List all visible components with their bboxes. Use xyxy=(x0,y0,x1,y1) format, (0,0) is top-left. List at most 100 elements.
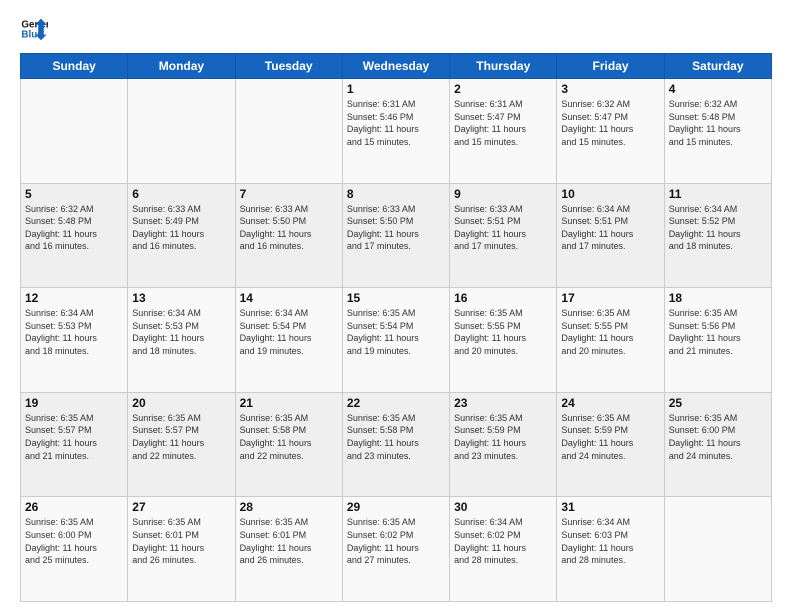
calendar-cell: 2 Sunrise: 6:31 AM Sunset: 5:47 PM Daylig… xyxy=(450,79,557,184)
day-info: Sunrise: 6:35 AM Sunset: 5:59 PM Dayligh… xyxy=(561,412,659,462)
day-number: 10 xyxy=(561,187,659,201)
week-row-1: 1 Sunrise: 6:31 AM Sunset: 5:46 PM Daylig… xyxy=(21,79,772,184)
calendar-cell: 20 Sunrise: 6:35 AM Sunset: 5:57 PM Dayli… xyxy=(128,392,235,497)
calendar-cell: 9 Sunrise: 6:33 AM Sunset: 5:51 PM Daylig… xyxy=(450,183,557,288)
calendar-cell: 24 Sunrise: 6:35 AM Sunset: 5:59 PM Dayli… xyxy=(557,392,664,497)
week-row-2: 5 Sunrise: 6:32 AM Sunset: 5:48 PM Daylig… xyxy=(21,183,772,288)
day-info: Sunrise: 6:34 AM Sunset: 5:52 PM Dayligh… xyxy=(669,203,767,253)
day-number: 28 xyxy=(240,500,338,514)
day-info: Sunrise: 6:33 AM Sunset: 5:51 PM Dayligh… xyxy=(454,203,552,253)
calendar-cell: 31 Sunrise: 6:34 AM Sunset: 6:03 PM Dayli… xyxy=(557,497,664,602)
calendar-cell: 17 Sunrise: 6:35 AM Sunset: 5:55 PM Dayli… xyxy=(557,288,664,393)
day-info: Sunrise: 6:32 AM Sunset: 5:48 PM Dayligh… xyxy=(669,98,767,148)
calendar-cell: 14 Sunrise: 6:34 AM Sunset: 5:54 PM Dayli… xyxy=(235,288,342,393)
day-number: 31 xyxy=(561,500,659,514)
day-info: Sunrise: 6:35 AM Sunset: 5:58 PM Dayligh… xyxy=(240,412,338,462)
calendar-cell xyxy=(21,79,128,184)
day-number: 4 xyxy=(669,82,767,96)
day-number: 5 xyxy=(25,187,123,201)
day-number: 16 xyxy=(454,291,552,305)
day-number: 9 xyxy=(454,187,552,201)
day-info: Sunrise: 6:34 AM Sunset: 6:03 PM Dayligh… xyxy=(561,516,659,566)
day-info: Sunrise: 6:35 AM Sunset: 5:57 PM Dayligh… xyxy=(132,412,230,462)
calendar-cell: 12Sunrise: 6:34 AM Sunset: 5:53 PM Dayli… xyxy=(21,288,128,393)
day-number: 20 xyxy=(132,396,230,410)
calendar-cell xyxy=(235,79,342,184)
day-number: 2 xyxy=(454,82,552,96)
calendar-cell: 4 Sunrise: 6:32 AM Sunset: 5:48 PM Daylig… xyxy=(664,79,771,184)
day-info: Sunrise: 6:35 AM Sunset: 6:01 PM Dayligh… xyxy=(240,516,338,566)
calendar-cell: 28 Sunrise: 6:35 AM Sunset: 6:01 PM Dayli… xyxy=(235,497,342,602)
day-info: Sunrise: 6:35 AM Sunset: 6:00 PM Dayligh… xyxy=(669,412,767,462)
weekday-header-friday: Friday xyxy=(557,54,664,79)
day-info: Sunrise: 6:31 AM Sunset: 5:47 PM Dayligh… xyxy=(454,98,552,148)
day-number: 14 xyxy=(240,291,338,305)
calendar-cell: 22 Sunrise: 6:35 AM Sunset: 5:58 PM Dayli… xyxy=(342,392,449,497)
week-row-4: 19 Sunrise: 6:35 AM Sunset: 5:57 PM Dayli… xyxy=(21,392,772,497)
day-info: Sunrise: 6:35 AM Sunset: 5:58 PM Dayligh… xyxy=(347,412,445,462)
day-info: Sunrise: 6:34 AM Sunset: 5:54 PM Dayligh… xyxy=(240,307,338,357)
day-info: Sunrise: 6:33 AM Sunset: 5:50 PM Dayligh… xyxy=(347,203,445,253)
calendar-cell: 5 Sunrise: 6:32 AM Sunset: 5:48 PM Daylig… xyxy=(21,183,128,288)
calendar-cell: 29Sunrise: 6:35 AM Sunset: 6:02 PM Dayli… xyxy=(342,497,449,602)
day-number: 1 xyxy=(347,82,445,96)
day-info: Sunrise: 6:35 AM Sunset: 5:59 PM Dayligh… xyxy=(454,412,552,462)
day-info: Sunrise: 6:35 AM Sunset: 5:55 PM Dayligh… xyxy=(454,307,552,357)
weekday-header-tuesday: Tuesday xyxy=(235,54,342,79)
day-number: 15 xyxy=(347,291,445,305)
calendar-cell: 26 Sunrise: 6:35 AM Sunset: 6:00 PM Dayli… xyxy=(21,497,128,602)
weekday-header-saturday: Saturday xyxy=(664,54,771,79)
day-info: Sunrise: 6:32 AM Sunset: 5:47 PM Dayligh… xyxy=(561,98,659,148)
weekday-header-wednesday: Wednesday xyxy=(342,54,449,79)
day-info: Sunrise: 6:34 AM Sunset: 5:53 PM Dayligh… xyxy=(25,307,123,357)
calendar-cell: 19 Sunrise: 6:35 AM Sunset: 5:57 PM Dayli… xyxy=(21,392,128,497)
day-number: 21 xyxy=(240,396,338,410)
day-number: 25 xyxy=(669,396,767,410)
day-info: Sunrise: 6:35 AM Sunset: 5:55 PM Dayligh… xyxy=(561,307,659,357)
calendar-cell: 23Sunrise: 6:35 AM Sunset: 5:59 PM Dayli… xyxy=(450,392,557,497)
day-number: 13 xyxy=(132,291,230,305)
day-number: 6 xyxy=(132,187,230,201)
day-number: 11 xyxy=(669,187,767,201)
day-info: Sunrise: 6:35 AM Sunset: 6:02 PM Dayligh… xyxy=(347,516,445,566)
day-number: 8 xyxy=(347,187,445,201)
calendar-cell: 30 Sunrise: 6:34 AM Sunset: 6:02 PM Dayli… xyxy=(450,497,557,602)
calendar-cell: 11 Sunrise: 6:34 AM Sunset: 5:52 PM Dayli… xyxy=(664,183,771,288)
calendar-cell: 1 Sunrise: 6:31 AM Sunset: 5:46 PM Daylig… xyxy=(342,79,449,184)
day-number: 24 xyxy=(561,396,659,410)
weekday-header-monday: Monday xyxy=(128,54,235,79)
day-info: Sunrise: 6:35 AM Sunset: 5:57 PM Dayligh… xyxy=(25,412,123,462)
weekday-header-thursday: Thursday xyxy=(450,54,557,79)
day-number: 22 xyxy=(347,396,445,410)
day-number: 18 xyxy=(669,291,767,305)
day-number: 30 xyxy=(454,500,552,514)
week-row-5: 26 Sunrise: 6:35 AM Sunset: 6:00 PM Dayli… xyxy=(21,497,772,602)
calendar-cell: 21 Sunrise: 6:35 AM Sunset: 5:58 PM Dayli… xyxy=(235,392,342,497)
calendar-cell: 15Sunrise: 6:35 AM Sunset: 5:54 PM Dayli… xyxy=(342,288,449,393)
day-number: 19 xyxy=(25,396,123,410)
day-info: Sunrise: 6:35 AM Sunset: 6:01 PM Dayligh… xyxy=(132,516,230,566)
calendar-table: SundayMondayTuesdayWednesdayThursdayFrid… xyxy=(20,53,772,602)
calendar-cell: 25 Sunrise: 6:35 AM Sunset: 6:00 PM Dayli… xyxy=(664,392,771,497)
day-number: 26 xyxy=(25,500,123,514)
week-row-3: 12Sunrise: 6:34 AM Sunset: 5:53 PM Dayli… xyxy=(21,288,772,393)
calendar-cell: 8 Sunrise: 6:33 AM Sunset: 5:50 PM Daylig… xyxy=(342,183,449,288)
day-number: 17 xyxy=(561,291,659,305)
calendar-cell: 3Sunrise: 6:32 AM Sunset: 5:47 PM Daylig… xyxy=(557,79,664,184)
calendar-cell: 13Sunrise: 6:34 AM Sunset: 5:53 PM Dayli… xyxy=(128,288,235,393)
day-info: Sunrise: 6:32 AM Sunset: 5:48 PM Dayligh… xyxy=(25,203,123,253)
day-info: Sunrise: 6:35 AM Sunset: 5:56 PM Dayligh… xyxy=(669,307,767,357)
day-info: Sunrise: 6:33 AM Sunset: 5:49 PM Dayligh… xyxy=(132,203,230,253)
logo: General Blue xyxy=(20,15,48,43)
day-info: Sunrise: 6:34 AM Sunset: 6:02 PM Dayligh… xyxy=(454,516,552,566)
day-info: Sunrise: 6:34 AM Sunset: 5:51 PM Dayligh… xyxy=(561,203,659,253)
calendar-cell xyxy=(128,79,235,184)
day-number: 27 xyxy=(132,500,230,514)
calendar-cell: 10 Sunrise: 6:34 AM Sunset: 5:51 PM Dayli… xyxy=(557,183,664,288)
day-info: Sunrise: 6:31 AM Sunset: 5:46 PM Dayligh… xyxy=(347,98,445,148)
calendar-cell: 18 Sunrise: 6:35 AM Sunset: 5:56 PM Dayli… xyxy=(664,288,771,393)
calendar-cell: 7Sunrise: 6:33 AM Sunset: 5:50 PM Daylig… xyxy=(235,183,342,288)
logo-icon: General Blue xyxy=(20,15,48,43)
day-info: Sunrise: 6:35 AM Sunset: 6:00 PM Dayligh… xyxy=(25,516,123,566)
calendar-cell: 27 Sunrise: 6:35 AM Sunset: 6:01 PM Dayli… xyxy=(128,497,235,602)
